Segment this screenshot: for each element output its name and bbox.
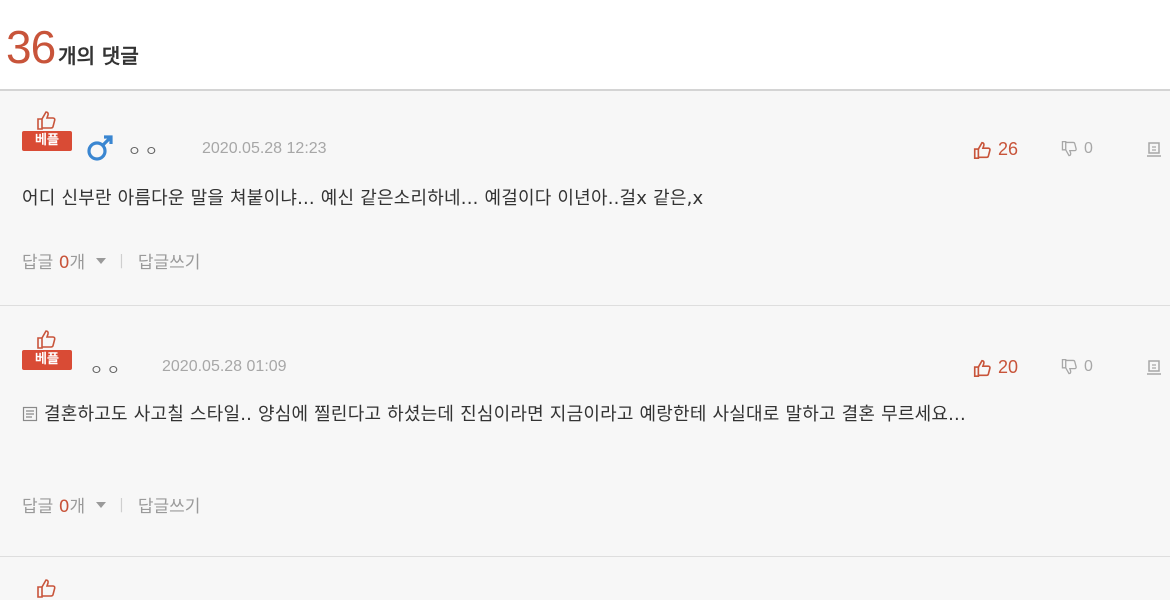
comment-item: 베플 ㅇㅇ 2020.05.28 12:23 26 0 어디 신부란 아름다운 … xyxy=(0,91,1170,306)
comment-count-suffix: 개의 댓글 xyxy=(58,44,139,68)
like-button[interactable]: 26 xyxy=(972,139,1018,160)
male-icon xyxy=(87,135,113,161)
reply-bar: 답글 0개 | 답글쓰기 xyxy=(22,248,201,274)
thumbs-up-icon xyxy=(37,579,56,598)
comments-page: 36 개의 댓글 베플 ㅇㅇ 2020.05.28 12:23 26 0 어디 … xyxy=(0,0,1170,600)
comment-date: 2020.05.28 01:09 xyxy=(162,358,287,375)
reply-toggle[interactable]: 답글 0개 xyxy=(22,248,85,273)
comment-count-heading: 36 개의 댓글 xyxy=(6,22,139,72)
reply-label: 답글 xyxy=(22,253,54,273)
comment-list: 베플 ㅇㅇ 2020.05.28 12:23 26 0 어디 신부란 아름다운 … xyxy=(0,89,1170,600)
thumbs-down-icon xyxy=(1061,140,1077,157)
reply-label: 답글 xyxy=(22,497,54,517)
comment-count: 36 xyxy=(6,21,56,73)
dislike-button[interactable]: 0 xyxy=(1060,140,1093,158)
comment-author[interactable]: ㅇㅇ xyxy=(90,360,124,380)
comment-date: 2020.05.28 12:23 xyxy=(202,140,327,157)
document-icon xyxy=(22,406,38,422)
dislike-count: 0 xyxy=(1084,140,1093,157)
caret-down-icon[interactable] xyxy=(95,257,107,265)
comment-author[interactable]: ㅇㅇ xyxy=(128,141,162,161)
comment-body: 어디 신부란 아름다운 말을 쳐붙이냐... 예신 같은소리하네... 예걸이다… xyxy=(22,188,704,209)
write-reply-link[interactable]: 답글쓰기 xyxy=(138,492,201,517)
thumbs-up-icon xyxy=(973,359,991,377)
comment-body: 결혼하고도 사고칠 스타일.. 양심에 찔린다고 하셨는데 진심이라면 지금이라… xyxy=(44,404,966,425)
best-label: 베플 xyxy=(22,350,72,370)
reply-count-suffix: 개 xyxy=(69,253,86,273)
like-count: 26 xyxy=(998,139,1019,159)
reply-count: 0 xyxy=(58,253,70,273)
comment-item: 베플 ㅇㅇ 2020.05.28 01:09 20 0 결혼하고도 사고칠 스타… xyxy=(0,306,1170,557)
write-reply-link[interactable]: 답글쓰기 xyxy=(138,248,201,273)
divider: | xyxy=(119,252,124,269)
reply-bar: 답글 0개 | 답글쓰기 xyxy=(22,492,201,518)
thumbs-up-icon xyxy=(973,141,991,159)
comment-item xyxy=(0,557,1170,600)
report-icon[interactable] xyxy=(1145,359,1163,377)
reply-count-suffix: 개 xyxy=(69,497,86,517)
comment-body-container: 결혼하고도 사고칠 스타일.. 양심에 찔린다고 하셨는데 진심이라면 지금이라… xyxy=(22,400,1152,430)
comments-header: 36 개의 댓글 xyxy=(0,0,1170,90)
thumbs-down-icon xyxy=(1061,358,1077,375)
divider: | xyxy=(119,496,124,513)
like-button[interactable]: 20 xyxy=(972,357,1018,378)
like-count: 20 xyxy=(998,357,1019,377)
caret-down-icon[interactable] xyxy=(95,501,107,509)
thumbs-up-icon xyxy=(37,330,56,349)
reply-toggle[interactable]: 답글 0개 xyxy=(22,492,85,517)
best-label: 베플 xyxy=(22,131,72,151)
thumbs-up-icon xyxy=(37,111,56,130)
report-icon[interactable] xyxy=(1145,141,1163,159)
dislike-button[interactable]: 0 xyxy=(1060,358,1093,376)
reply-count: 0 xyxy=(58,497,70,517)
dislike-count: 0 xyxy=(1084,358,1093,375)
